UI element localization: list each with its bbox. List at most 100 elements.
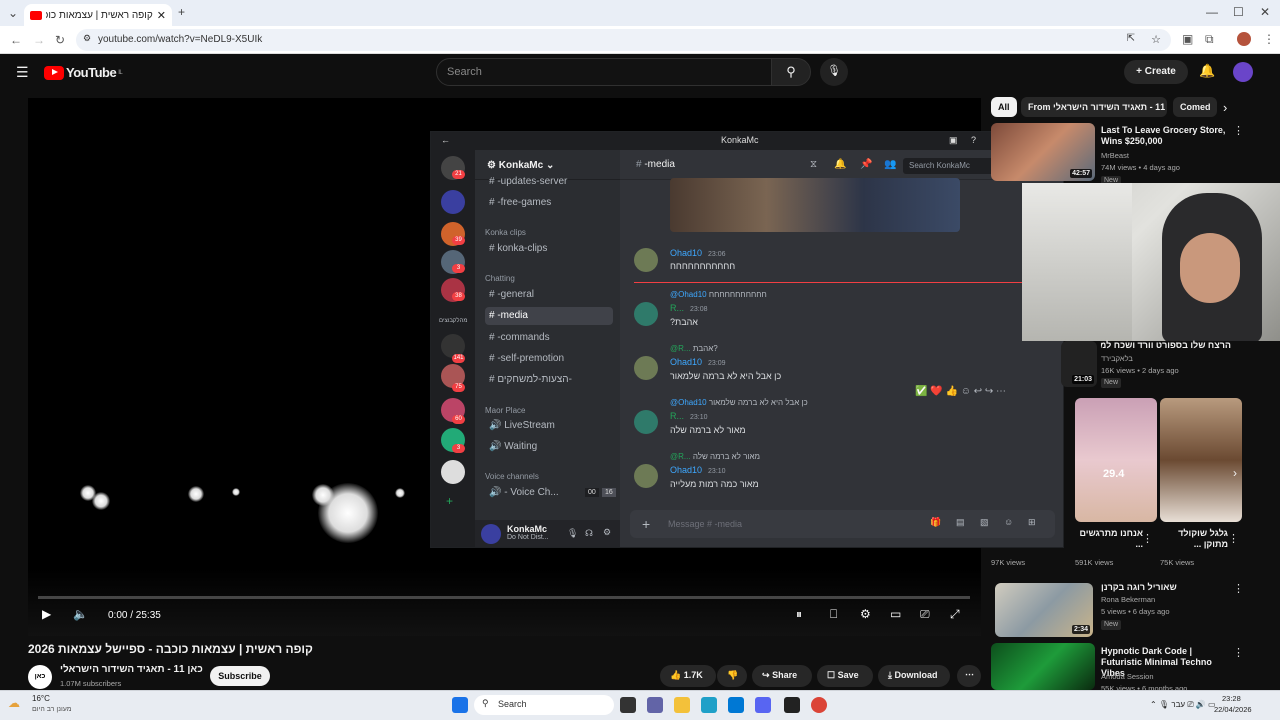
app-taskbar-icon[interactable] [784,697,800,713]
tab-list-icon[interactable]: ⌄ [8,6,18,20]
category-konka-clips[interactable]: Konka clips [485,228,526,237]
channel-livestream[interactable]: 🔊 LiveStream [485,417,613,435]
chrome-taskbar-icon[interactable] [811,697,827,713]
captions-icon[interactable]: ⎕ [830,607,837,622]
edge-icon[interactable] [701,697,717,713]
minimize-icon[interactable]: — [1206,5,1218,19]
message-avatar[interactable] [634,302,658,326]
more-actions-icon[interactable]: ⋮ [1233,582,1244,595]
attach-plus-icon[interactable]: + [642,516,650,532]
settings-gear-icon[interactable]: ⚙ [860,607,871,621]
gift-icon[interactable]: 🎁 [930,517,941,528]
video-thumbnail[interactable]: 21:03 [1061,341,1097,387]
video-thumbnail[interactable] [991,643,1095,690]
progress-bar[interactable] [38,596,970,599]
channel-commands[interactable]: # -commands [485,329,613,347]
new-tab-icon[interactable]: + [178,5,185,19]
emoji-icon[interactable]: ☺ [1004,517,1013,527]
channel-media[interactable]: # -media [485,307,613,325]
play-icon[interactable]: ▶ [42,607,51,621]
reaction-heart-icon[interactable]: ❤️ [930,386,942,397]
channel-konka-clips[interactable]: # konka-clips [485,240,613,258]
short-thumbnail[interactable]: 29.4 [1075,398,1157,522]
search-input[interactable]: Search [436,58,772,86]
apps-icon[interactable]: ⊞ [1028,517,1036,528]
message-input[interactable]: + Message # -media 🎁 ▤ ▧ ☺ ⊞ [630,510,1055,538]
user-avatar[interactable] [481,524,501,544]
channel-name[interactable]: כאן 11 - תאגיד השידור הישראלי [60,664,203,675]
channel-updates-server[interactable]: # -updates-server [485,176,613,188]
short-thumbnail[interactable] [1160,398,1242,522]
inbox-icon[interactable]: ▣ [949,135,958,146]
member-list-icon[interactable]: 👥 [884,159,896,170]
more-options-icon[interactable]: ⋯ [996,386,1006,397]
reply-text[interactable]: אהבת? [693,344,718,353]
reply-author[interactable]: @R... [670,344,691,353]
url-field[interactable]: ⚙ youtube.com/watch?v=NeDL9-X5UIk ⇱ ☆ [76,29,1171,51]
sticker-icon[interactable]: ▧ [980,517,989,528]
notification-settings-icon[interactable]: 🔔 [834,159,846,170]
download-button[interactable]: ⤓ Download [878,665,950,687]
category-maor-place[interactable]: Maor Place [485,406,525,415]
reply-text[interactable]: חחחחחחחחחחח [709,290,767,299]
close-tab-icon[interactable]: ✕ [157,9,166,22]
message-author[interactable]: Ohad10 23:10 [670,465,726,475]
discord-window[interactable]: ← KonkaMc ▣ ? — ☐ ✕ 21 39 3 38 מהלקבוצים… [430,131,1064,548]
user-settings-icon[interactable]: ⚙ [603,527,611,538]
create-button[interactable]: + Create [1124,60,1188,84]
hamburger-menu-icon[interactable]: ☰ [16,64,29,81]
channel-avatar[interactable]: כאן [28,665,52,689]
browser-tab[interactable]: קופה ראשית | עצמאות כוכבה ✕ [24,4,172,26]
discord-back-icon[interactable]: ← [441,135,450,145]
add-server-icon[interactable]: + [446,494,453,508]
recommended-title[interactable]: שאוריל רוגה בקרנן [1101,582,1226,593]
reply-author[interactable]: @R... [670,452,691,461]
recommended-title[interactable]: הרצח שלו בספורט וורד ושכח למחוק... [1101,340,1231,351]
short-title[interactable]: אנחנו מתרגשים ... [1075,528,1143,550]
chip-comedy[interactable]: Comed [1173,97,1217,117]
save-button[interactable]: ☐ Save [817,665,873,687]
channel-voice[interactable]: 🔊 - Voice Ch... [485,484,575,502]
search-button[interactable]: ⚲ [771,58,811,86]
more-actions-icon[interactable]: ⋮ [1233,646,1244,659]
channel-game-suggestions[interactable]: # הצעות-למשחקים- [485,371,613,389]
account-avatar[interactable] [1233,62,1253,82]
subscribe-button[interactable]: Subscribe [210,666,270,686]
reply-icon[interactable]: ↩ [974,386,982,397]
close-window-icon[interactable]: ✕ [1260,5,1270,19]
more-actions-button[interactable]: ⋯ [957,665,981,687]
recommended-channel[interactable]: Rona Bekerman [1101,595,1155,605]
profile-avatar[interactable] [1237,32,1251,46]
more-actions-icon[interactable]: ⋮ [1142,532,1153,545]
forward-icon[interactable]: ↪ [985,386,993,397]
message-avatar[interactable] [634,464,658,488]
recommended-title[interactable]: Last To Leave Grocery Store, Wins $250,0… [1101,125,1226,147]
volume-icon[interactable]: 🔈 [73,607,88,621]
start-button-icon[interactable] [452,697,468,713]
teams-icon[interactable] [647,697,663,713]
server-icon[interactable] [441,460,465,484]
site-info-icon[interactable]: ⚙ [83,33,91,44]
message-author[interactable]: R... 23:10 [670,411,708,421]
reply-text[interactable]: מאור לא ברמה שלה [693,452,760,461]
message-avatar[interactable] [634,248,658,272]
fullscreen-icon[interactable]: ⤢ [950,607,960,622]
weather-icon[interactable]: ☁ [8,696,20,710]
reply-author[interactable]: @Ohad10 [670,290,707,299]
category-voice-channels[interactable]: Voice channels [485,472,539,481]
notifications-bell-icon[interactable]: 🔔 [1199,63,1215,79]
reload-icon[interactable]: ↻ [55,33,65,47]
headphones-icon[interactable]: ☊ [585,528,593,539]
help-icon[interactable]: ? [971,135,976,145]
store-icon[interactable] [728,697,744,713]
extension-icon[interactable]: ▣ [1182,32,1193,46]
video-thumbnail[interactable]: 42:57 [991,123,1095,181]
category-chatting[interactable]: Chatting [485,274,515,283]
reaction-thumbs-up-icon[interactable]: 👍 [945,386,957,397]
miniplayer-icon[interactable]: ▭ [890,607,901,621]
file-explorer-icon[interactable] [674,697,690,713]
channel-self-premotion[interactable]: # -self-premotion [485,350,613,368]
dislike-button[interactable]: 👎 [717,665,747,687]
chip-from-channel[interactable]: From כאן 11 - תאגיד השידור הישראלי [1021,97,1167,117]
message-author[interactable]: Ohad10 23:09 [670,357,726,367]
